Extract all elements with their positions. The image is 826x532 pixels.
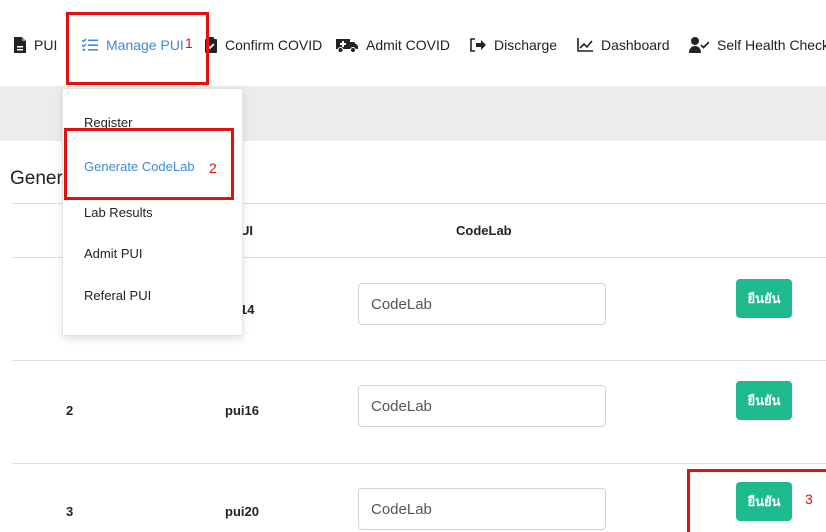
codelab-input[interactable] [358, 488, 606, 530]
nav-admit-covid[interactable]: Admit COVID [336, 34, 450, 56]
table-divider [12, 360, 826, 361]
user-check-icon [689, 37, 709, 53]
nav-admit-covid-label: Admit COVID [366, 37, 451, 53]
nav-pui-label: PUI [34, 37, 58, 53]
menu-item-admit-pui[interactable]: Admit PUI [84, 246, 143, 261]
menu-item-referal-pui[interactable]: Referal PUI [84, 288, 151, 303]
manage-pui-dropdown: Register Generate CodeLab Lab Results Ad… [62, 88, 243, 336]
ambulance-icon [336, 37, 358, 53]
row-pui-id: pui20 [225, 504, 259, 519]
nav-dashboard-label: Dashboard [601, 37, 670, 53]
row-number: 3 [66, 504, 74, 519]
codelab-input[interactable] [358, 385, 606, 427]
table-divider [12, 463, 826, 464]
sign-out-icon [470, 38, 486, 52]
column-header-codelab: CodeLab [456, 223, 512, 238]
nav-pui[interactable]: PUI [14, 34, 57, 56]
annotation-number-1: 1 [185, 35, 193, 51]
document-icon [14, 37, 26, 53]
row-pui-id: pui16 [225, 403, 259, 418]
nav-confirm-covid-label: Confirm COVID [225, 37, 323, 53]
nav-discharge-label: Discharge [494, 37, 558, 53]
annotation-number-3: 3 [805, 491, 813, 507]
codelab-input[interactable] [358, 283, 606, 325]
confirm-button[interactable]: ยืนยัน [736, 279, 792, 318]
annotation-number-2: 2 [209, 160, 217, 176]
nav-self-health-check-label: Self Health Check [717, 37, 826, 53]
row-number: 2 [66, 403, 74, 418]
nav-discharge[interactable]: Discharge [470, 34, 557, 56]
nav-dashboard[interactable]: Dashboard [577, 34, 670, 56]
chart-line-icon [577, 38, 593, 52]
menu-item-lab-results[interactable]: Lab Results [84, 205, 153, 220]
confirm-button[interactable]: ยืนยัน [736, 381, 792, 420]
nav-confirm-covid[interactable]: Confirm COVID [205, 34, 322, 56]
nav-self-health-check[interactable]: Self Health Check [689, 34, 826, 56]
